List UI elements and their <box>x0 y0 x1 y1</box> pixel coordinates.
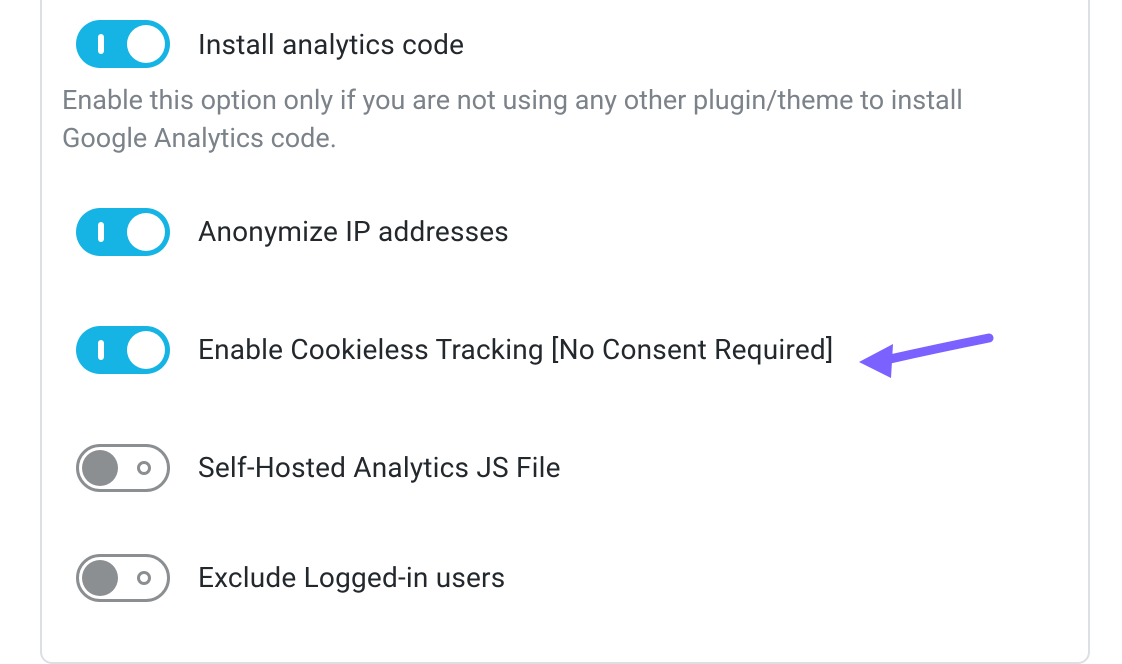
toggle-on-indicator-icon <box>98 222 104 242</box>
toggle-on-indicator-icon <box>98 340 104 360</box>
setting-label: Anonymize IP addresses <box>198 215 509 248</box>
setting-label: Self-Hosted Analytics JS File <box>198 451 561 484</box>
setting-row-self-hosted-js: Self-Hosted Analytics JS File <box>52 444 1078 492</box>
toggle-knob-icon <box>82 560 118 596</box>
setting-label: Enable Cookieless Tracking [No Consent R… <box>198 333 834 366</box>
toggle-install-analytics[interactable] <box>76 20 170 68</box>
toggle-self-hosted-js[interactable] <box>76 444 170 492</box>
toggle-knob-icon <box>127 213 165 251</box>
setting-row-anonymize-ip: Anonymize IP addresses <box>52 208 1078 256</box>
toggle-cookieless-tracking[interactable] <box>76 326 170 374</box>
toggle-knob-icon <box>127 25 165 63</box>
toggle-off-indicator-icon <box>137 571 151 585</box>
toggle-anonymize-ip[interactable] <box>76 208 170 256</box>
setting-row-install-analytics: Install analytics code <box>52 20 1078 68</box>
toggle-off-indicator-icon <box>137 461 151 475</box>
setting-row-cookieless-tracking: Enable Cookieless Tracking [No Consent R… <box>52 326 1078 374</box>
setting-description: Enable this option only if you are not u… <box>52 82 1078 158</box>
toggle-knob-icon <box>82 450 118 486</box>
toggle-on-indicator-icon <box>98 34 104 54</box>
setting-label: Install analytics code <box>198 28 464 61</box>
toggle-knob-icon <box>127 331 165 369</box>
setting-row-exclude-logged-in: Exclude Logged-in users <box>52 554 1078 602</box>
toggle-exclude-logged-in[interactable] <box>76 554 170 602</box>
setting-label: Exclude Logged-in users <box>198 561 505 594</box>
settings-panel: Install analytics code Enable this optio… <box>40 0 1090 664</box>
